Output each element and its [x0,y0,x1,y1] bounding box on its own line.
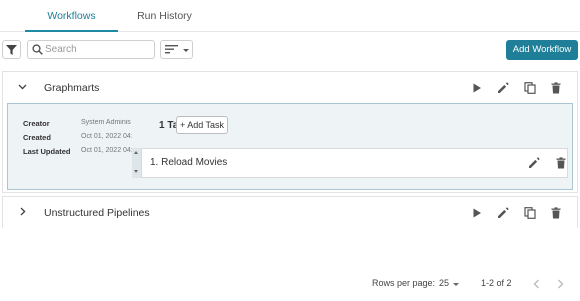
copy-icon[interactable] [524,207,536,219]
sort-button[interactable] [160,40,193,59]
filter-button[interactable] [2,40,21,59]
search-icon [32,44,43,55]
chevron-down-icon [134,170,138,173]
creator-value: System Adminis [81,119,131,126]
workflow-row-header[interactable]: Unstructured Pipelines [3,197,577,229]
workflow-panel: Unstructured Pipelines [2,196,578,228]
sort-icon [165,45,178,54]
created-label: Created [23,133,51,142]
workflow-title: Unstructured Pipelines [44,207,150,219]
task-item[interactable]: 1. Reload Movies [141,148,568,178]
tab-workflows[interactable]: Workflows [25,0,118,32]
filter-icon [6,44,17,55]
workflow-title: Graphmarts [44,82,100,94]
play-icon[interactable] [471,82,483,94]
pencil-icon[interactable] [497,207,509,219]
chevron-down-icon [183,49,189,52]
rows-per-page-label: Rows per page: [372,278,436,288]
tab-run-history[interactable]: Run History [118,0,211,31]
caret-down-icon[interactable] [453,283,459,286]
trash-icon[interactable] [550,207,562,219]
task-reorder-handle[interactable] [132,148,141,178]
chevron-right-icon[interactable] [20,207,26,216]
copy-icon[interactable] [524,82,536,94]
chevron-up-icon [134,151,138,154]
workflow-details: Creator System Adminis Created Oct 01, 2… [7,103,573,190]
workflow-row-header[interactable]: Graphmarts [3,72,577,104]
add-workflow-button[interactable]: Add Workflow [506,40,578,60]
add-task-button[interactable]: + Add Task [176,116,228,134]
created-value: Oct 01, 2022 04: [81,133,132,140]
search-input[interactable] [45,42,150,57]
tab-bar: Workflows Run History [0,0,580,32]
creator-label: Creator [23,119,50,128]
pagination-range: 1-2 of 2 [481,278,512,288]
pencil-icon[interactable] [528,157,540,169]
chevron-right-icon[interactable] [557,279,564,289]
workflow-panel: Graphmarts Creator System Adminis Create… [2,71,578,193]
play-icon[interactable] [471,207,483,219]
rows-per-page-select[interactable]: 25 [439,278,449,288]
chevron-left-icon[interactable] [533,279,540,289]
task-name: 1. Reload Movies [150,157,228,168]
search-box [27,40,155,59]
trash-icon[interactable] [550,82,562,94]
pencil-icon[interactable] [497,82,509,94]
trash-icon[interactable] [555,157,567,169]
chevron-down-icon[interactable] [18,84,27,90]
last-updated-label: Last Updated [23,147,71,156]
last-updated-value: Oct 01, 2022 04: [81,147,132,154]
